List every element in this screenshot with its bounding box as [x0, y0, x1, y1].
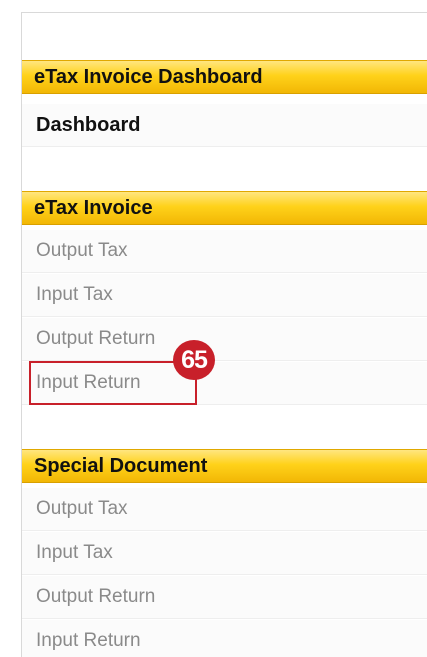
menu-item-special-output-tax[interactable]: Output Tax [22, 488, 427, 531]
menu-item-dashboard[interactable]: Dashboard [22, 104, 427, 147]
section-header-special-document: Special Document [22, 449, 427, 483]
menu-item-special-input-tax[interactable]: Input Tax [22, 532, 427, 575]
menu-item-etax-output-return[interactable]: Output Return [22, 318, 427, 361]
menu-item-special-output-return[interactable]: Output Return [22, 576, 427, 619]
menu-item-special-input-return[interactable]: Input Return [22, 620, 427, 657]
section-header-etax-invoice: eTax Invoice [22, 191, 427, 225]
menu-item-etax-input-return[interactable]: Input Return [22, 362, 427, 405]
menu-item-etax-output-tax[interactable]: Output Tax [22, 230, 427, 273]
menu-item-etax-input-tax[interactable]: Input Tax [22, 274, 427, 317]
step-number-badge: 65 [173, 340, 215, 380]
section-header-etax-invoice-dashboard: eTax Invoice Dashboard [22, 60, 427, 94]
